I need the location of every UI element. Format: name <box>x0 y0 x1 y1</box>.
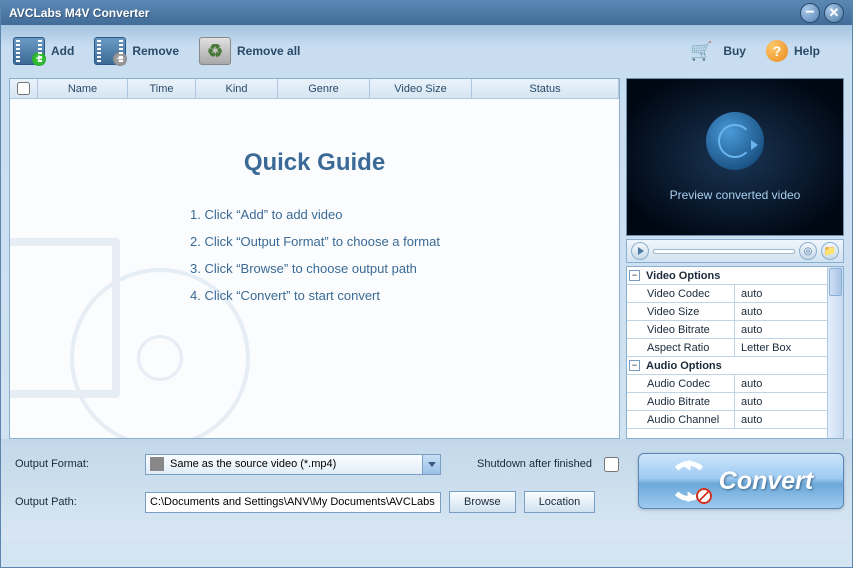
shutdown-label: Shutdown after finished <box>477 458 592 470</box>
buy-label: Buy <box>723 44 746 58</box>
option-video-codec[interactable]: Video Codec auto <box>627 285 843 303</box>
open-folder-button[interactable]: 📁 <box>821 242 839 260</box>
chevron-down-icon <box>422 455 440 474</box>
remove-all-label: Remove all <box>237 44 300 58</box>
column-status[interactable]: Status <box>472 79 619 98</box>
option-audio-channel[interactable]: Audio Channel auto <box>627 411 843 429</box>
column-kind[interactable]: Kind <box>196 79 278 98</box>
stop-badge-icon <box>696 488 712 504</box>
bottom-area: Output Format: Same as the source video … <box>1 439 852 539</box>
minimize-button[interactable]: − <box>800 3 820 23</box>
option-audio-bitrate[interactable]: Audio Bitrate auto <box>627 393 843 411</box>
option-audio-codec[interactable]: Audio Codec auto <box>627 375 843 393</box>
option-video-size[interactable]: Video Size auto <box>627 303 843 321</box>
convert-icon <box>669 461 709 501</box>
quick-guide: Quick Guide 1. Click “Add” to add video … <box>10 99 619 438</box>
browse-button[interactable]: Browse <box>449 491 516 513</box>
app-title: AVCLabs M4V Converter <box>9 6 800 20</box>
remove-label: Remove <box>132 44 179 58</box>
help-label: Help <box>794 44 820 58</box>
collapse-icon[interactable]: − <box>629 360 640 371</box>
add-label: Add <box>51 44 74 58</box>
play-button[interactable] <box>631 242 649 260</box>
collapse-icon[interactable]: − <box>629 270 640 281</box>
convert-button[interactable]: Convert <box>638 453 844 509</box>
output-path-label: Output Path: <box>15 496 145 508</box>
preview-logo-icon <box>706 112 764 170</box>
watermark-graphic <box>10 188 270 438</box>
options-panel: − Video Options Video Codec auto Video S… <box>626 266 844 439</box>
output-format-select[interactable]: Same as the source video (*.mp4) <box>145 454 441 475</box>
remove-video-icon: − <box>94 37 126 65</box>
audio-options-header[interactable]: − Audio Options <box>627 357 843 375</box>
app-window: AVCLabs M4V Converter − ✕ + Add − Remove… <box>0 0 853 568</box>
output-format-value: Same as the source video (*.mp4) <box>170 458 336 470</box>
add-video-icon: + <box>13 37 45 65</box>
shutdown-checkbox[interactable] <box>604 457 619 472</box>
column-video-size[interactable]: Video Size <box>370 79 472 98</box>
remove-button[interactable]: − Remove <box>94 37 179 65</box>
video-options-header[interactable]: − Video Options <box>627 267 843 285</box>
cart-icon: 🛒 <box>685 37 717 65</box>
output-format-label: Output Format: <box>15 458 145 470</box>
play-icon <box>638 247 644 255</box>
seek-slider[interactable] <box>653 249 795 254</box>
remove-all-button[interactable]: ♻ Remove all <box>199 37 300 65</box>
titlebar-controls: − ✕ <box>800 3 844 23</box>
main-area: Name Time Kind Genre Video Size Status Q… <box>1 77 852 439</box>
column-headers: Name Time Kind Genre Video Size Status <box>10 79 619 99</box>
preview-box: Preview converted video <box>626 78 844 236</box>
buy-button[interactable]: 🛒 Buy <box>685 37 746 65</box>
snapshot-button[interactable]: ◎ <box>799 242 817 260</box>
option-video-bitrate[interactable]: Video Bitrate auto <box>627 321 843 339</box>
option-aspect-ratio[interactable]: Aspect Ratio Letter Box <box>627 339 843 357</box>
output-path-input[interactable] <box>145 492 441 513</box>
right-panel: Preview converted video ◎ 📁 − Video Opti… <box>626 78 844 439</box>
column-name[interactable]: Name <box>38 79 128 98</box>
options-scrollbar[interactable] <box>827 267 843 438</box>
output-settings: Output Format: Same as the source video … <box>15 453 628 529</box>
column-genre[interactable]: Genre <box>278 79 370 98</box>
preview-label: Preview converted video <box>670 188 801 202</box>
titlebar: AVCLabs M4V Converter − ✕ <box>1 1 852 25</box>
file-list-panel: Name Time Kind Genre Video Size Status Q… <box>9 78 620 439</box>
playbar: ◎ 📁 <box>626 239 844 263</box>
column-time[interactable]: Time <box>128 79 196 98</box>
add-button[interactable]: + Add <box>13 37 74 65</box>
close-button[interactable]: ✕ <box>824 3 844 23</box>
toolbar: + Add − Remove ♻ Remove all 🛒 Buy ? Help <box>1 25 852 77</box>
select-all-checkbox[interactable] <box>17 82 30 95</box>
recycle-icon: ♻ <box>199 37 231 65</box>
guide-title: Quick Guide <box>10 149 619 177</box>
convert-label: Convert <box>719 467 813 496</box>
help-button[interactable]: ? Help <box>766 40 820 62</box>
help-icon: ? <box>766 40 788 62</box>
location-button[interactable]: Location <box>524 491 596 513</box>
format-icon <box>150 457 164 471</box>
column-checkbox <box>10 79 38 98</box>
